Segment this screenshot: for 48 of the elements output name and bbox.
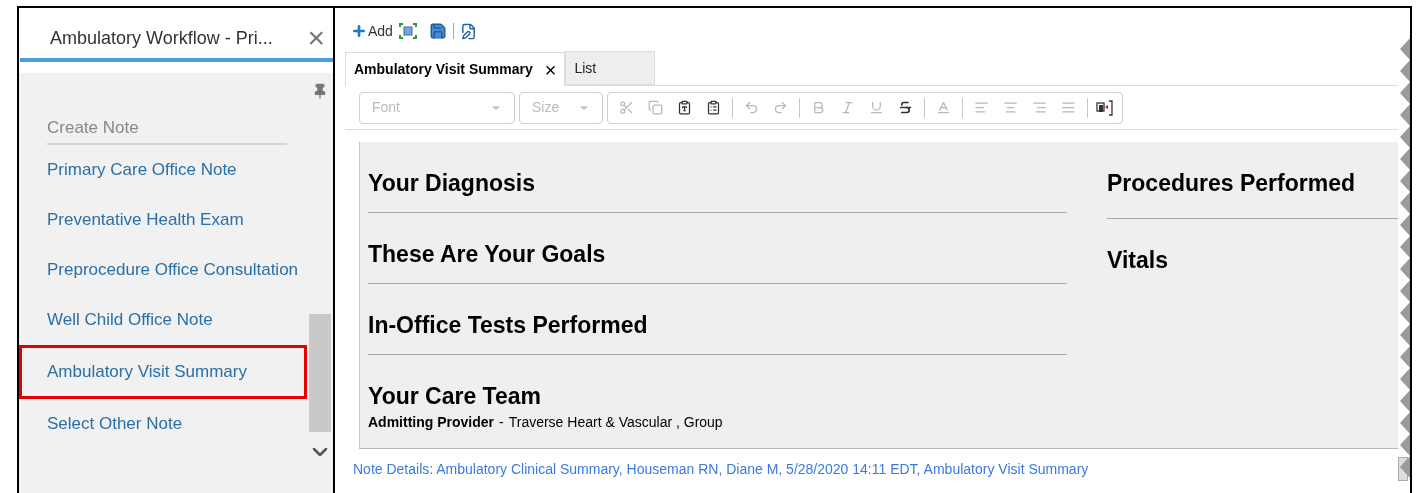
section-heading: Procedures Performed [1107,170,1355,196]
note-details-text: Note Details: Ambulatory Clinical Summary, Houseman RN, Diane M, 5/28/2020 14:11 EDT, Ambulatory Visit Summary [353,459,1089,479]
redo-icon [773,100,788,115]
provider-value: Traverse Heart & Vascular , Group [508,413,723,432]
align-right-icon [1032,100,1047,115]
section-heading: Your Care Team [368,383,541,409]
note-link[interactable]: Ambulatory Visit Summary [47,356,299,387]
scrollbar-thumb[interactable] [309,314,331,432]
pin-icon[interactable] [312,83,328,99]
clipboard-icon [706,100,721,115]
tab-label: List [574,58,597,78]
copy-icon [648,100,663,115]
section-heading: Vitals [1107,247,1168,273]
tab-label: Ambulatory Visit Summary [354,60,533,79]
strikethrough-icon [898,100,913,115]
italic-icon [840,100,855,115]
close-tab-button[interactable]: × [544,59,557,80]
font-color-icon [936,100,951,115]
insert-table-icon [1096,99,1114,116]
note-link[interactable]: Select Other Note [47,408,299,439]
note-link[interactable]: Primary Care Office Note [47,154,299,185]
justify-icon [1061,100,1076,115]
separator-text: - [499,413,504,432]
add-button[interactable]: Add [351,20,393,42]
fit-screen-icon[interactable] [398,23,417,39]
bold-icon [811,100,826,115]
sidebar-title: Ambulatory Workflow - Pri... [50,26,274,50]
align-center-icon [1003,100,1018,115]
section-heading: In-Office Tests Performed [368,312,648,338]
note-link[interactable]: Preventative Health Exam [47,204,299,235]
clipboard-text-icon [677,100,692,115]
align-left-icon [974,100,989,115]
scroll-corner[interactable] [1398,457,1408,481]
note-link[interactable]: Preprocedure Office Consultation [47,254,299,285]
underline-icon [869,100,884,115]
tab[interactable]: Ambulatory Visit Summary × [345,52,566,86]
note-link[interactable]: Well Child Office Note [47,304,299,335]
save-icon[interactable] [428,22,447,40]
plus-icon [351,23,367,39]
section-heading: Create Note [47,118,139,137]
edit-document-icon[interactable] [459,22,477,40]
tab[interactable]: List [565,51,656,85]
close-button[interactable]: × [307,23,325,53]
section-heading: These Are Your Goals [368,241,606,267]
section-heading: Your Diagnosis [368,170,535,196]
provider-label: Admitting Provider [368,413,494,432]
undo-icon [744,100,759,115]
scissors-icon [619,100,634,115]
